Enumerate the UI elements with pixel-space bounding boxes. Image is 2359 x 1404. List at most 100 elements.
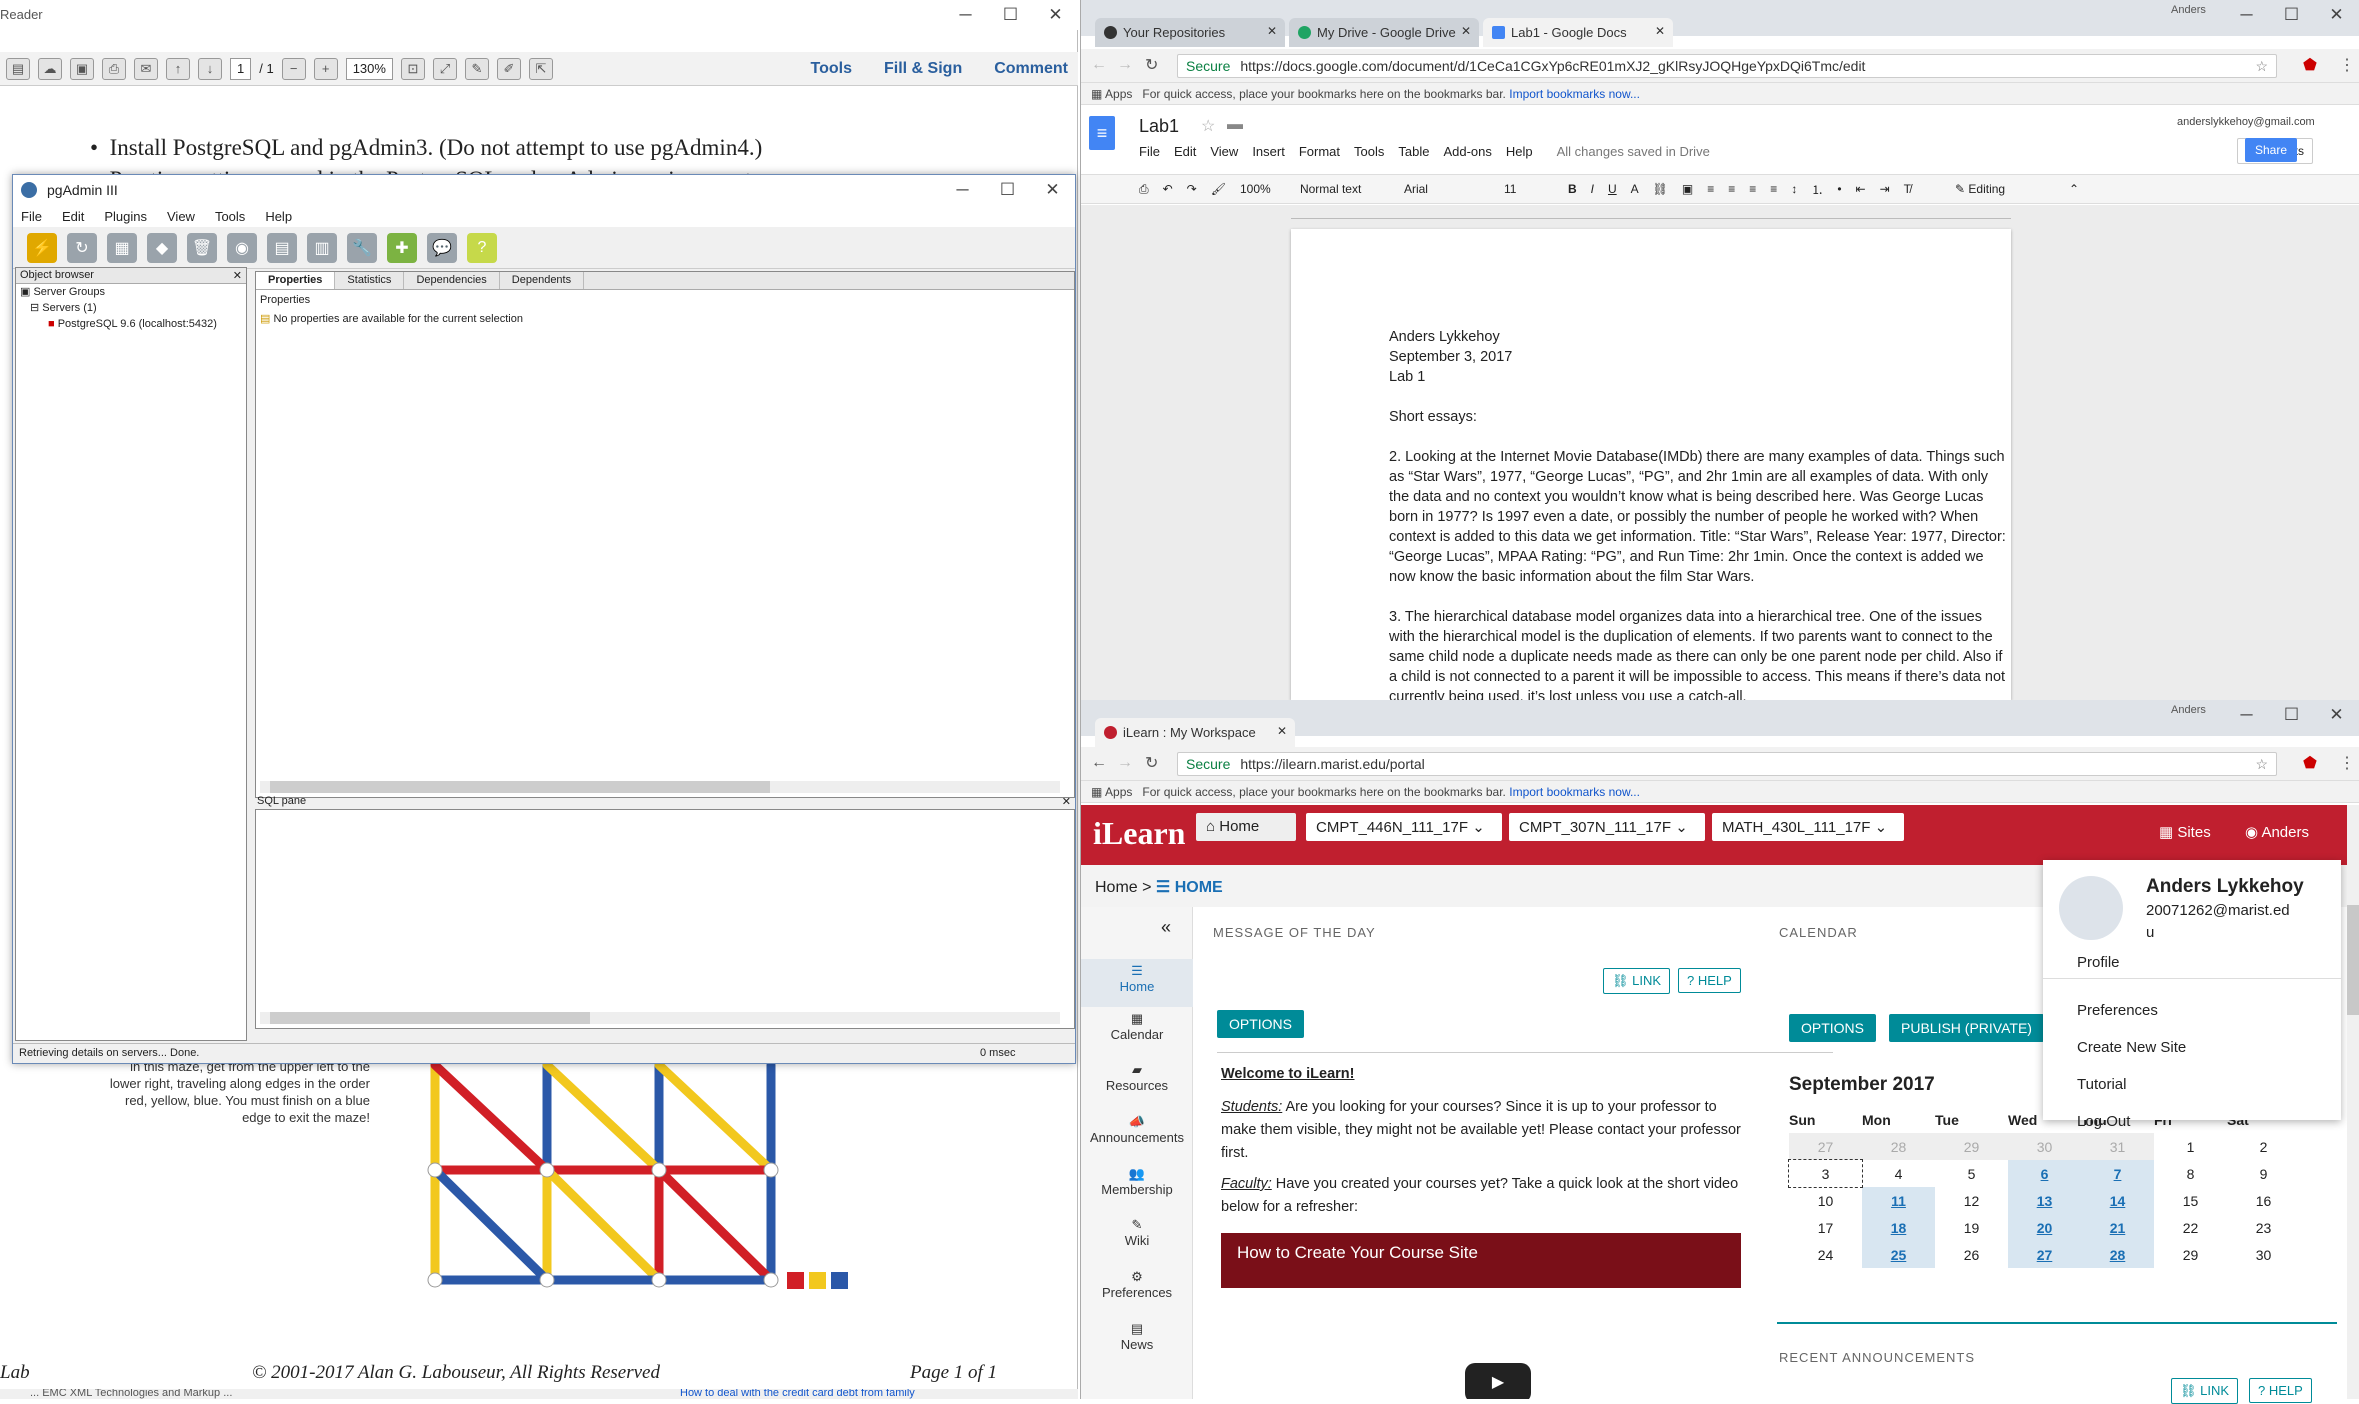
- calendar-day[interactable]: 27: [2008, 1241, 2081, 1268]
- undo-icon[interactable]: ↶: [1163, 182, 1173, 196]
- zoom-select[interactable]: 130%: [345, 57, 393, 80]
- user-menu-button[interactable]: ◉ Anders: [2245, 823, 2309, 841]
- underline-icon[interactable]: U: [1608, 182, 1617, 196]
- doc-line[interactable]: Lab 1: [1389, 367, 2011, 387]
- menu-table[interactable]: Table: [1398, 144, 1429, 159]
- reload-icon[interactable]: ↻: [1145, 55, 1158, 75]
- apps-icon[interactable]: ▦: [1091, 785, 1102, 799]
- doc-line[interactable]: the data and no context you wouldn’t kno…: [1389, 487, 2011, 507]
- refresh-icon[interactable]: ↻: [67, 233, 97, 263]
- tree-item-servers[interactable]: ⊟ Servers (1): [20, 300, 246, 316]
- hint-icon[interactable]: 💬: [427, 233, 457, 263]
- nav-wiki[interactable]: ✎ Wiki: [1081, 1217, 1193, 1248]
- menu-tools[interactable]: Tools: [215, 209, 245, 224]
- increase-indent-icon[interactable]: ⇥: [1880, 182, 1890, 196]
- import-bookmarks-link[interactable]: Import bookmarks now...: [1509, 785, 1640, 799]
- delete-icon[interactable]: 🗑: [187, 233, 217, 263]
- doc-title[interactable]: Lab1: [1139, 116, 1179, 137]
- tab-dependents[interactable]: Dependents: [500, 272, 585, 289]
- maximize-icon[interactable]: ☐: [988, 0, 1033, 30]
- motd-help-button[interactable]: ? HELP: [1678, 968, 1741, 993]
- calendar-day[interactable]: 7: [2081, 1160, 2154, 1187]
- view-data-icon[interactable]: ▤: [267, 233, 297, 263]
- insert-comment-icon[interactable]: ▣: [1682, 182, 1693, 196]
- next-page-icon[interactable]: ↓: [198, 57, 222, 80]
- help-icon[interactable]: ?: [467, 233, 497, 263]
- line-spacing-icon[interactable]: ↕: [1791, 182, 1797, 196]
- import-bookmarks-link[interactable]: Import bookmarks now...: [1509, 87, 1640, 101]
- menu-format[interactable]: Format: [1299, 144, 1340, 159]
- connect-icon[interactable]: ⚡: [27, 233, 57, 263]
- calendar-day[interactable]: 11: [1862, 1187, 1935, 1214]
- comment-button[interactable]: Comment: [994, 60, 1068, 78]
- calendar-day[interactable]: 28: [2081, 1241, 2154, 1268]
- link-icon[interactable]: ⛓: [1653, 182, 1668, 196]
- menu-tutorial[interactable]: Tutorial: [2077, 1076, 2126, 1093]
- star-icon[interactable]: ☆: [1201, 116, 1215, 136]
- minimize-icon[interactable]: ─: [2224, 0, 2269, 30]
- maximize-icon[interactable]: ☐: [2269, 0, 2314, 30]
- folder-icon[interactable]: ▬: [1227, 116, 1243, 134]
- comment-icon[interactable]: ✎: [464, 57, 489, 80]
- close-tab-icon[interactable]: ✕: [1655, 24, 1665, 38]
- create-icon[interactable]: ◆: [147, 233, 177, 263]
- print-icon[interactable]: ⎙: [1139, 182, 1149, 197]
- site-math430[interactable]: MATH_430L_111_17F ⌄: [1712, 813, 1904, 841]
- open-icon[interactable]: ▤: [6, 57, 30, 80]
- announcements-link-button[interactable]: ⛓ LINK: [2171, 1378, 2239, 1404]
- account-email[interactable]: anderslykkehoy@gmail.com: [2177, 116, 2315, 128]
- reload-icon[interactable]: ↻: [1145, 753, 1158, 773]
- profile-name[interactable]: Anders: [2171, 4, 2206, 16]
- doc-line[interactable]: born in 1977? Is 1997 even a date, or po…: [1389, 507, 2011, 527]
- fill-sign-button[interactable]: Fill & Sign: [884, 60, 962, 78]
- nav-news[interactable]: ▤ News: [1081, 1321, 1193, 1352]
- doc-line[interactable]: 3. The hierarchical database model organ…: [1389, 607, 2011, 627]
- align-left-icon[interactable]: ≡: [1707, 182, 1714, 196]
- doc-line[interactable]: as “Star Wars”, 1977, “George Lucas”, “P…: [1389, 467, 2011, 487]
- menu-profile[interactable]: Profile: [2077, 954, 2120, 971]
- doc-page[interactable]: Anders Lykkehoy September 3, 2017 Lab 1 Sho…: [1291, 229, 2011, 705]
- close-icon[interactable]: ✕: [2314, 700, 2359, 730]
- align-right-icon[interactable]: ≡: [1749, 182, 1756, 196]
- decrease-indent-icon[interactable]: ⇤: [1856, 182, 1866, 196]
- calendar-day[interactable]: 21: [2081, 1214, 2154, 1241]
- calendar-day[interactable]: 18: [1862, 1214, 1935, 1241]
- calendar-day[interactable]: 20: [2008, 1214, 2081, 1241]
- text-color-icon[interactable]: A: [1631, 182, 1639, 196]
- announcements-help-button[interactable]: ? HELP: [2249, 1378, 2312, 1403]
- doc-line[interactable]: a child is not connected to a parent it …: [1389, 667, 2011, 687]
- breadcrumb-home[interactable]: Home: [1095, 879, 1138, 896]
- justify-icon[interactable]: ≡: [1770, 182, 1777, 196]
- plugins-icon[interactable]: ✚: [387, 233, 417, 263]
- share-button[interactable]: Share: [2245, 138, 2298, 162]
- zoom-select[interactable]: 100%: [1240, 182, 1286, 196]
- apps-label[interactable]: Apps: [1105, 785, 1132, 799]
- play-icon[interactable]: ▶: [1465, 1363, 1531, 1399]
- tab-properties[interactable]: Properties: [256, 272, 336, 289]
- align-center-icon[interactable]: ≡: [1728, 182, 1735, 196]
- highlight-icon[interactable]: ✐: [496, 57, 521, 80]
- menu-edit[interactable]: Edit: [62, 209, 84, 224]
- site-cmpt307[interactable]: CMPT_307N_111_17F ⌄: [1509, 813, 1705, 841]
- close-icon[interactable]: ✕: [1062, 795, 1075, 808]
- profile-name[interactable]: Anders: [2171, 704, 2206, 716]
- extension-icon[interactable]: ⬟: [2303, 55, 2317, 75]
- menu-view[interactable]: View: [1210, 144, 1238, 159]
- ilearn-logo[interactable]: iLearn: [1093, 815, 1185, 852]
- print-icon[interactable]: ⎙: [102, 57, 126, 80]
- minimize-icon[interactable]: ─: [943, 0, 988, 30]
- tools-button[interactable]: Tools: [811, 60, 852, 78]
- nav-resources[interactable]: ▰ Resources: [1081, 1062, 1193, 1093]
- motd-link-button[interactable]: ⛓ LINK: [1603, 968, 1671, 994]
- doc-line[interactable]: Anders Lykkehoy: [1389, 327, 2011, 347]
- docs-logo-icon[interactable]: ≡: [1089, 116, 1115, 150]
- vertical-scrollbar[interactable]: [2347, 805, 2359, 1399]
- nav-preferences[interactable]: ⚙ Preferences: [1081, 1269, 1193, 1300]
- tree-item-postgresql[interactable]: ■ PostgreSQL 9.6 (localhost:5432): [20, 316, 246, 332]
- close-icon[interactable]: ✕: [1033, 0, 1078, 30]
- filter-icon[interactable]: ▥: [307, 233, 337, 263]
- maximize-icon[interactable]: ☐: [2269, 700, 2314, 730]
- doc-line[interactable]: Short essays:: [1389, 407, 2011, 427]
- apps-icon[interactable]: ▦: [1091, 87, 1102, 101]
- doc-line[interactable]: context is added to this data we get inf…: [1389, 527, 2011, 547]
